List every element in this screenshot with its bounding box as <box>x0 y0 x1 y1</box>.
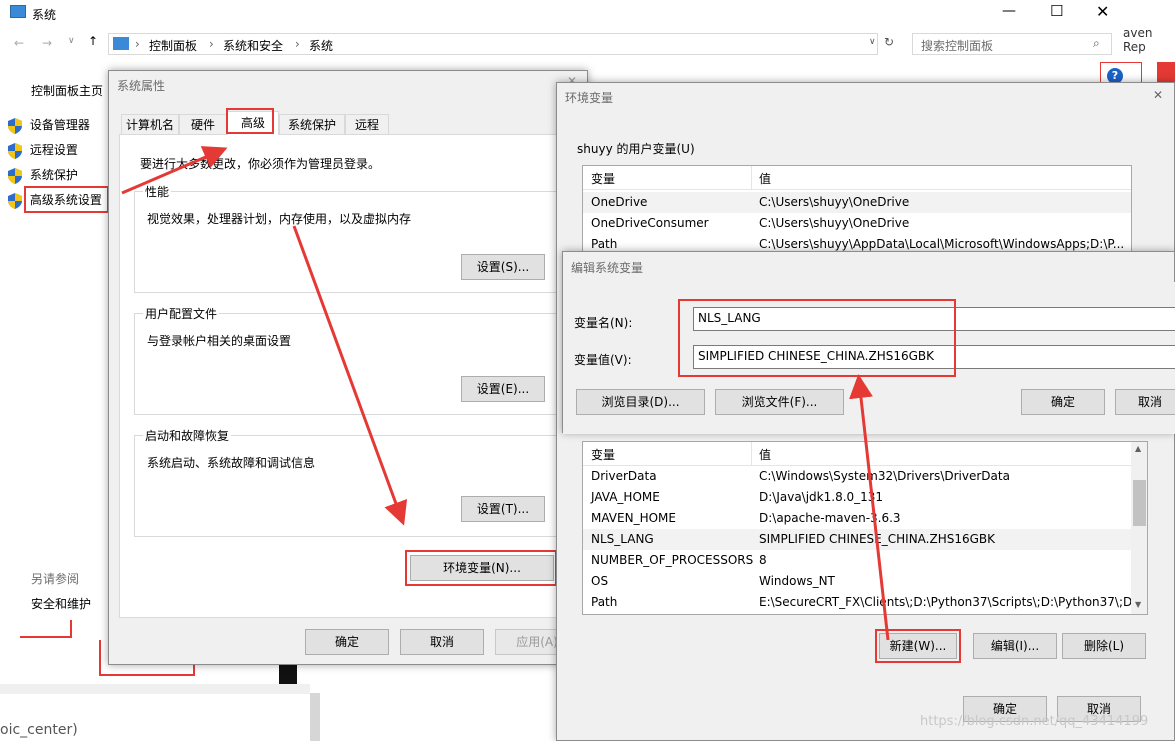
annotation-arrows <box>121 146 890 641</box>
bg-right-text: aven Rep <box>1123 26 1153 54</box>
watermark: https://blog.csdn.net/qq_43414199 <box>920 714 1149 729</box>
arrow-to-env-button <box>292 225 408 526</box>
arrow-to-edit-fields <box>849 374 890 641</box>
arrow-to-advanced-tab <box>121 146 228 195</box>
